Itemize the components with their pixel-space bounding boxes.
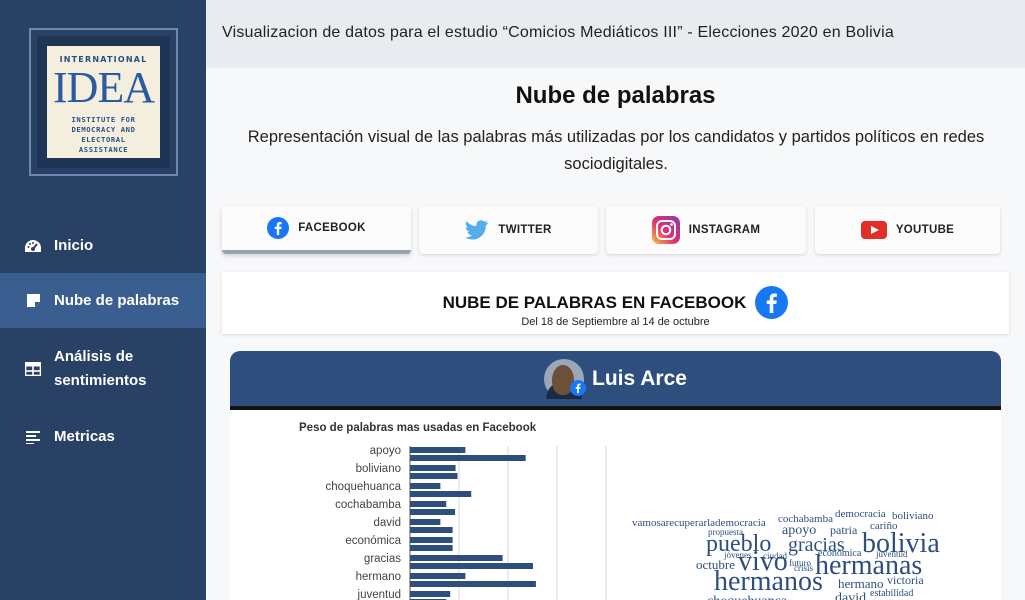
bar-apoyo-series-2 — [410, 455, 526, 461]
tab-label: FACEBOOK — [298, 222, 366, 234]
category-label-juventud: juventud — [357, 589, 401, 600]
facebook-icon — [755, 286, 789, 319]
logo-line-3a: INSTITUTE FOR — [71, 115, 136, 124]
bar-cochabamba-series-1 — [410, 501, 447, 507]
bar-boliviano-series-2 — [410, 473, 458, 479]
sidebar-item-nube-de-palabras[interactable]: Nube de palabras — [0, 273, 206, 328]
bar-económica-series-2 — [410, 545, 453, 551]
section-subtitle: Del 18 de Septiembre al 14 de octubre — [521, 316, 710, 328]
main-content: Nube de palabras Representación visual d… — [206, 68, 1025, 600]
dashboard-icon — [24, 237, 42, 255]
bar-david-series-2 — [410, 527, 453, 533]
tab-youtube[interactable]: YOUTUBE — [815, 206, 1000, 254]
candidate-card: Luis Arce Peso de palabras mas usadas en… — [230, 351, 1001, 600]
logo-line-3d: ASSISTANCE — [78, 145, 129, 154]
category-label-gracias: gracias — [364, 553, 401, 565]
sidebar-item-metricas[interactable]: Metricas — [0, 424, 206, 450]
chart-title: Peso de palabras mas usadas en Facebook — [299, 422, 537, 434]
sidebar-item-label: Inicio — [54, 237, 94, 254]
logo-line-3b: DEMOCRACY AND — [71, 125, 136, 134]
bar-apoyo-series-1 — [410, 447, 466, 453]
youtube-icon — [860, 221, 887, 239]
sidebar-item-label: Nube de palabras — [54, 291, 180, 309]
idea-logo[interactable]: INTERNATIONAL IDEA INSTITUTE FOR DEMOCRA… — [29, 28, 178, 176]
section-header-card: NUBE DE PALABRAS EN FACEBOOK Del 18 de S… — [222, 272, 1009, 334]
page-title: Nube de palabras — [515, 82, 716, 109]
app-title: Visualizacion de datos para el estudio “… — [222, 24, 894, 41]
word-weight-bar-chart: Peso de palabras mas usadas en Facebook … — [299, 422, 607, 600]
category-label-económica: económica — [345, 535, 401, 547]
bar-david-series-1 — [410, 519, 441, 525]
avatar — [544, 358, 587, 401]
category-label-boliviano: boliviano — [356, 463, 401, 475]
tab-facebook[interactable]: FACEBOOK — [222, 206, 411, 254]
bar-juventud-series-1 — [410, 591, 451, 597]
bar-cochabamba-series-2 — [410, 509, 456, 515]
bar-económica-series-1 — [410, 537, 453, 543]
sidebar-item-label: Análisis de sentimientos — [54, 348, 147, 389]
instagram-icon — [651, 216, 680, 244]
section-title: NUBE DE PALABRAS EN FACEBOOK — [442, 292, 747, 312]
category-label-hermano: hermano — [356, 571, 401, 583]
sidebar-item-inicio[interactable]: Inicio — [0, 226, 206, 266]
category-label-apoyo: apoyo — [370, 445, 401, 457]
category-label-choquehuanca: choquehuanca — [326, 481, 402, 493]
candidate-header: Luis Arce — [230, 351, 1001, 410]
bar-gracias-series-1 — [410, 555, 503, 561]
bar-boliviano-series-1 — [410, 465, 456, 471]
sidebar: INTERNATIONAL IDEA INSTITUTE FOR DEMOCRA… — [0, 0, 206, 600]
bar-gracias-series-2 — [410, 563, 533, 569]
table-icon — [24, 360, 42, 378]
tab-label: TWITTER — [498, 224, 552, 236]
logo-line-3c: ELECTORAL — [81, 135, 126, 144]
category-label-david: david — [374, 517, 402, 529]
tab-twitter[interactable]: TWITTER — [419, 206, 598, 254]
page-description: Representación visual de las palabras má… — [247, 128, 985, 173]
tab-label: INSTAGRAM — [688, 224, 761, 236]
logo-line-2: IDEA — [52, 63, 155, 112]
sticky-note-icon — [24, 292, 42, 310]
candidate-name: Luis Arce — [592, 366, 687, 390]
twitter-icon — [465, 220, 489, 240]
sidebar-item-label: Metricas — [54, 428, 115, 445]
tab-label: YOUTUBE — [895, 224, 955, 236]
bar-choquehuanca-series-1 — [410, 483, 441, 489]
top-bar: Visualizacion de datos para el estudio “… — [206, 0, 1025, 68]
tab-instagram[interactable]: INSTAGRAM — [606, 206, 806, 254]
bar-choquehuanca-series-2 — [410, 491, 472, 497]
sidebar-item-analisis-de-sentimientos[interactable]: Análisis de sentimientos — [0, 345, 206, 393]
facebook-icon — [267, 217, 290, 239]
bar-hermano-series-2 — [410, 581, 536, 587]
category-label-cochabamba: cochabamba — [335, 499, 401, 511]
facebook-icon — [570, 379, 587, 401]
bar-hermano-series-1 — [410, 573, 466, 579]
list-icon — [24, 428, 42, 446]
